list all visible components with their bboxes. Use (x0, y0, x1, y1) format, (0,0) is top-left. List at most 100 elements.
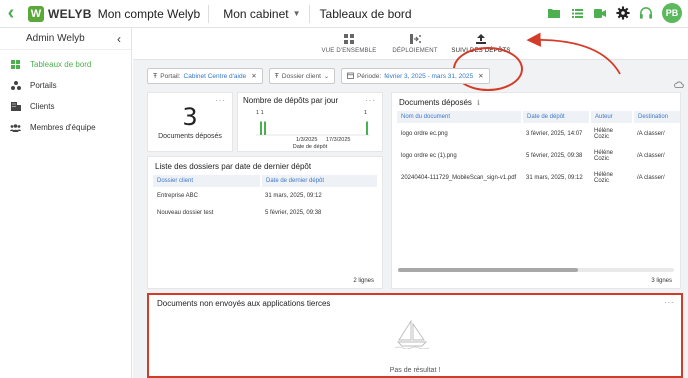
divider (208, 4, 210, 23)
table-cell: 3 février, 2025, 14:07 (526, 131, 583, 137)
clear-icon[interactable]: ✕ (478, 72, 483, 80)
card-title: Documents déposés ℹ (392, 93, 680, 111)
more-options-icon[interactable]: ··· (664, 298, 675, 307)
sidebar-item-dashboards[interactable]: Tableaux de bord (0, 54, 131, 75)
gear-icon[interactable] (616, 6, 630, 20)
column-header[interactable]: Destination (633, 111, 680, 123)
scrollbar-thumb[interactable] (398, 268, 578, 272)
brand-logo[interactable]: W WELYB (28, 5, 92, 22)
empty-state-text: Pas de résultat ! (389, 367, 441, 374)
chevron-down-icon: ⌄ (323, 73, 329, 80)
more-options-icon[interactable]: ··· (215, 96, 226, 105)
column-header[interactable]: Auteur (590, 111, 634, 123)
row-count: 2 lignes (353, 278, 374, 284)
tab-label: VUE D'ENSEMBLE (321, 47, 377, 54)
chart-top-label: 1 1 (256, 110, 264, 116)
table-cell: 31 mars, 2025, 09:12 (526, 175, 583, 181)
column-header[interactable]: Date de dernier dépôt (261, 175, 379, 187)
table-row[interactable]: 20240404-111729_MobileScan_sign-v1.pdf 3… (397, 167, 680, 189)
tab-deployment[interactable]: DÉPLOIEMENT (382, 28, 448, 59)
documents-card: Documents déposés ℹ Nom du document Date… (391, 92, 681, 289)
portal-filter[interactable]: Ŧ Portail: Cabinet Centre d'aide ✕ (147, 68, 263, 84)
cabinet-dropdown[interactable]: Mon cabinet ▼ (223, 7, 300, 21)
clear-icon[interactable]: ✕ (251, 72, 256, 80)
table-cell: /A classer/ (637, 131, 665, 137)
table-row[interactable]: Entreprise ABC 31 mars, 2025, 09:12 (153, 187, 378, 204)
table-cell: 5 février, 2025, 09:38 (526, 153, 583, 159)
folders-table: Dossier client Date de dernier dépôt Ent… (153, 175, 379, 221)
horizontal-scrollbar[interactable] (398, 268, 674, 272)
client-filter-label: Dossier client (281, 72, 321, 80)
dashboard-tabs: VUE D'ENSEMBLE DÉPLOIEMENT SUIVI DES DÉP… (133, 28, 688, 60)
column-header[interactable]: Date de dépôt (522, 111, 591, 123)
table-header-row: Nom du document Date de dépôt Auteur Des… (397, 111, 680, 123)
sidebar-item-team[interactable]: Membres d'équipe (0, 117, 131, 138)
table-row[interactable]: logo ordre ec (1).png 5 février, 2025, 0… (397, 145, 680, 167)
table-header-row: Dossier client Date de dernier dépôt (153, 175, 379, 187)
kpi-value: 3 (182, 103, 198, 131)
portal-icon (10, 81, 21, 90)
period-filter-label: Période: (356, 72, 382, 80)
chart-top-label: 1 (364, 110, 368, 116)
chart-date-label: 17/3/2025 (326, 137, 351, 143)
chart-bar[interactable] (260, 121, 262, 136)
brand-name: WELYB (48, 6, 92, 21)
deploy-icon (409, 34, 421, 45)
filter-bar: Ŧ Portail: Cabinet Centre d'aide ✕ Ŧ Dos… (147, 68, 490, 84)
folder-icon[interactable] (547, 6, 561, 20)
collapse-chevron-icon[interactable]: ‹ (117, 32, 121, 46)
table-cell: 5 février, 2025, 09:38 (265, 209, 322, 216)
sidebar-item-portals[interactable]: Portails (0, 75, 131, 96)
welyb-logo-icon: W (28, 5, 44, 22)
chart-bar[interactable] (366, 121, 368, 136)
table-cell: logo ordre ec (1).png (401, 153, 457, 159)
sidebar-item-clients[interactable]: Clients (0, 96, 131, 117)
divider (308, 4, 310, 23)
sidebar-item-label: Membres d'équipe (30, 123, 96, 132)
top-bar: ‹ W WELYB Mon compte Welyb Mon cabinet ▼… (0, 0, 688, 28)
info-icon[interactable]: ℹ (477, 100, 480, 107)
folders-card: Liste des dossiers par date de dernier d… (147, 156, 383, 289)
portal-filter-value: Cabinet Centre d'aide (183, 72, 247, 80)
video-icon[interactable] (593, 6, 607, 20)
chart-bar[interactable] (264, 121, 266, 136)
page-title: Tableaux de bord (319, 6, 412, 21)
table-cell: Nouveau dossier test (157, 209, 214, 216)
avatar[interactable]: PB (662, 3, 682, 23)
more-options-icon[interactable]: ··· (365, 96, 376, 105)
text-type-icon: Ŧ (274, 72, 279, 80)
dashboard-icon (10, 60, 21, 69)
documents-table: Nom du document Date de dépôt Auteur Des… (397, 111, 680, 189)
row-count: 3 lignes (651, 278, 672, 284)
table-row[interactable]: logo ordre ec.png 3 février, 2025, 14:07… (397, 123, 680, 145)
account-menu[interactable]: Mon compte Welyb (98, 7, 201, 21)
list-icon[interactable] (570, 6, 584, 20)
team-icon (10, 123, 21, 132)
period-filter[interactable]: Période: février 3, 2025 - mars 31, 2025… (340, 68, 490, 84)
table-cell: 20240404-111729_MobileScan_sign-v1.pdf (401, 175, 517, 181)
portal-filter-label: Portail: (160, 72, 181, 80)
empty-sailboat-icon (394, 319, 430, 349)
cabinet-label: Mon cabinet (223, 6, 289, 21)
upload-icon (476, 34, 486, 45)
cloud-sync-icon[interactable] (674, 75, 684, 93)
documents-title: Documents déposés (399, 98, 472, 107)
table-cell: 31 mars, 2025, 09:12 (265, 192, 322, 199)
column-header[interactable]: Dossier client (153, 175, 262, 187)
table-cell: logo ordre ec.png (401, 131, 448, 137)
sidebar-header: Admin Welyb ‹ (0, 28, 131, 50)
headset-icon[interactable] (639, 6, 653, 20)
chart-title: Nombre de dépôts par jour (243, 96, 339, 105)
table-cell: Hélène Cozic (594, 128, 614, 140)
table-row[interactable]: Nouveau dossier test 5 février, 2025, 09… (153, 204, 378, 221)
back-arrow-icon[interactable]: ‹ (0, 0, 22, 28)
sidebar-item-label: Portails (30, 81, 57, 90)
chevron-down-icon: ▼ (292, 9, 301, 18)
column-header[interactable]: Nom du document (397, 111, 523, 123)
tab-overview[interactable]: VUE D'ENSEMBLE (316, 28, 382, 59)
period-filter-value: février 3, 2025 - mars 31, 2025 (384, 72, 474, 80)
table-cell: Hélène Cozic (594, 172, 614, 184)
account-label: Mon compte Welyb (97, 6, 201, 21)
tab-label: DÉPLOIEMENT (392, 47, 438, 54)
client-filter[interactable]: Ŧ Dossier client ⌄ (268, 68, 335, 84)
